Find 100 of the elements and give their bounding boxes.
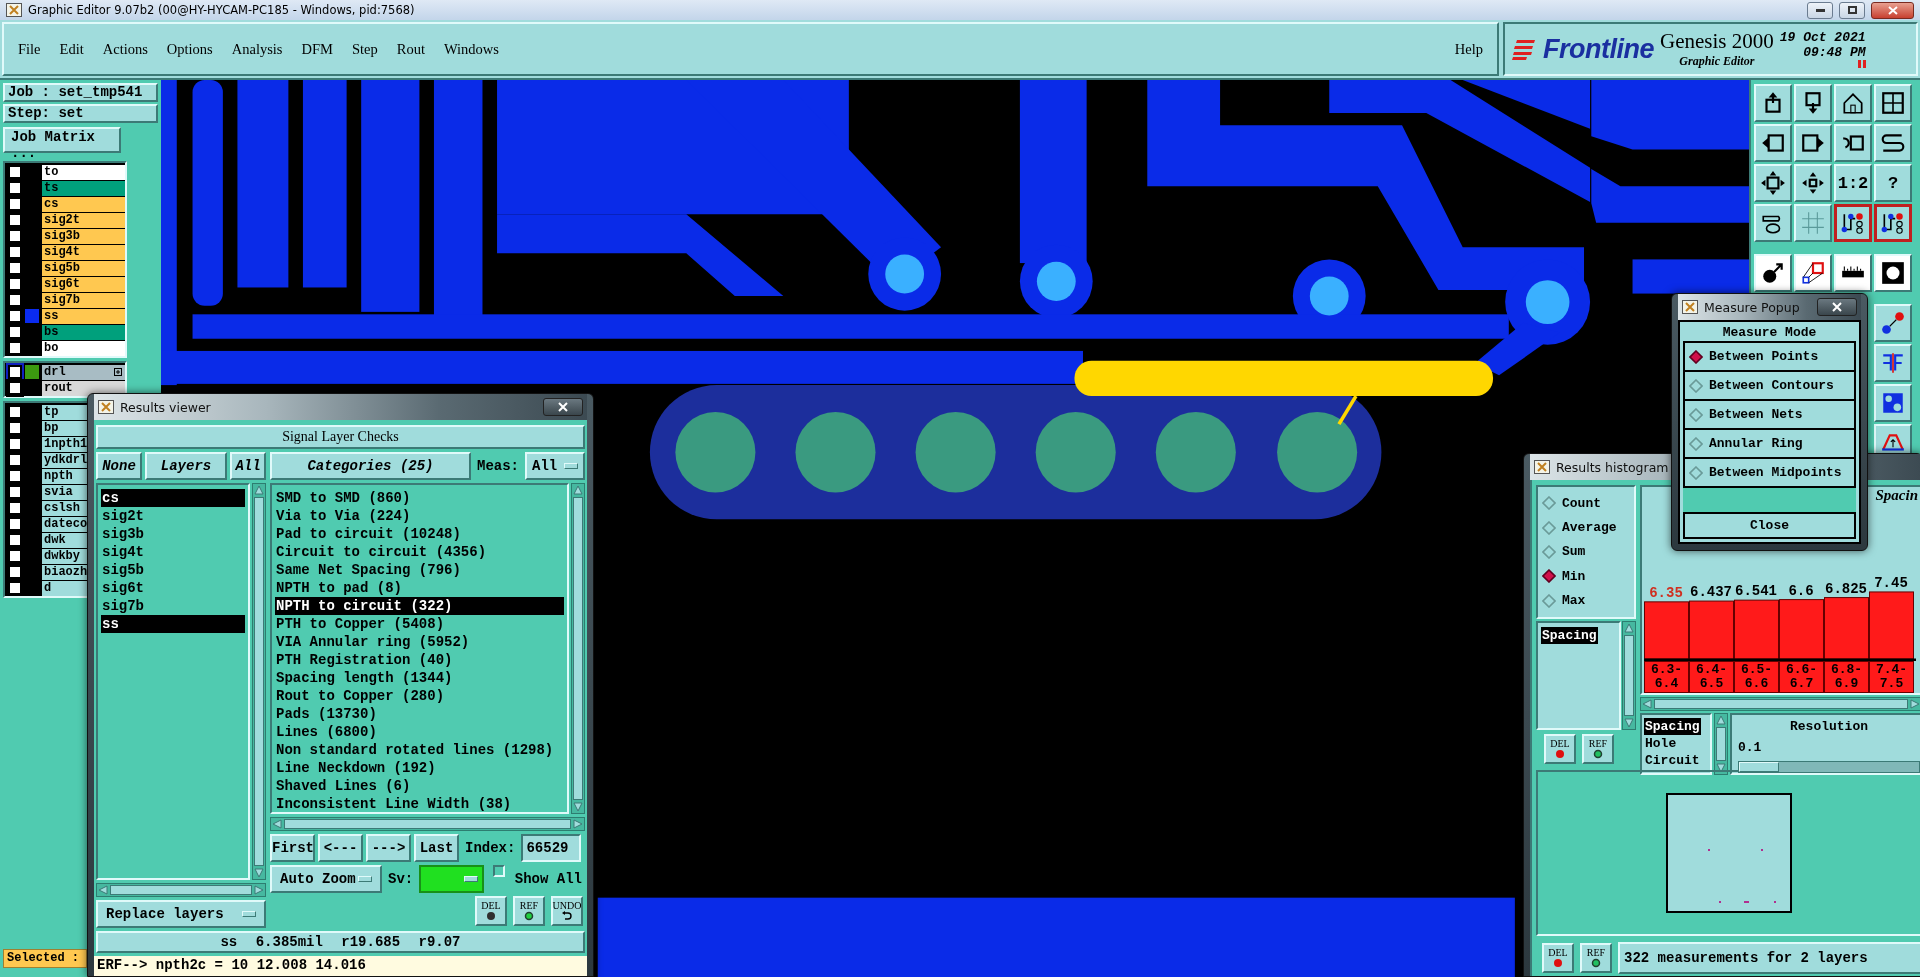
layer-item[interactable]: sig5b: [42, 260, 125, 276]
layer-item[interactable]: cs: [42, 196, 125, 212]
layer-checkbox[interactable]: [8, 181, 22, 195]
radio-diamond[interactable]: [1689, 407, 1703, 422]
category-item[interactable]: NPTH to pad (8): [275, 579, 564, 597]
layer-item[interactable]: bs: [42, 324, 125, 340]
layer-checkbox[interactable]: [8, 165, 22, 179]
category-item[interactable]: Non standard rotated lines (1298): [275, 741, 564, 759]
horizontal-scrollbar[interactable]: [270, 817, 585, 831]
menu-item[interactable]: DFM: [301, 40, 333, 58]
layer-checkbox[interactable]: [8, 261, 22, 275]
close-button[interactable]: [543, 398, 583, 416]
scroll-up-arrow-icon[interactable]: [1623, 622, 1635, 634]
category-item[interactable]: PTH Registration (40): [275, 651, 564, 669]
layer-checkbox[interactable]: [8, 501, 22, 515]
layer-list-item[interactable]: sig7b: [101, 597, 245, 615]
layers-button[interactable]: Layers: [145, 452, 227, 480]
layer-item[interactable]: drl: [42, 364, 125, 380]
layer-checkbox[interactable]: [8, 341, 22, 355]
close-button[interactable]: [1817, 298, 1857, 316]
category-item[interactable]: Spacing length (1344): [275, 669, 564, 687]
statistic-option[interactable]: Max: [1538, 589, 1634, 612]
resolution-slider[interactable]: [1738, 761, 1920, 773]
layer-checkbox[interactable]: [8, 245, 22, 259]
measure-mode-option[interactable]: Between Nets: [1683, 401, 1856, 430]
layer-item[interactable]: ss: [42, 308, 125, 324]
category-item[interactable]: Pad to circuit (10248): [275, 525, 564, 543]
vertical-scrollbar[interactable]: [1622, 621, 1636, 730]
auto-zoom-dropdown[interactable]: Auto Zoom: [270, 865, 382, 893]
layer-checkbox[interactable]: [8, 325, 22, 339]
layer-checkbox[interactable]: [8, 485, 22, 499]
category-item[interactable]: SMD to SMD (860): [275, 489, 564, 507]
category-item[interactable]: NPTH to circuit (322): [275, 597, 564, 615]
menu-item[interactable]: File: [18, 40, 41, 58]
help-menu[interactable]: Help: [1454, 40, 1483, 58]
layer-checkbox[interactable]: [8, 309, 22, 323]
layer-item[interactable]: sig7b: [42, 292, 125, 308]
vertical-scrollbar[interactable]: [571, 483, 585, 814]
scroll-up-arrow-icon[interactable]: [253, 484, 265, 496]
scroll-down-arrow-icon[interactable]: [572, 801, 584, 813]
layer-checkbox[interactable]: [8, 405, 22, 419]
toolbar-button[interactable]: ?: [1874, 164, 1912, 202]
statistic-option[interactable]: Sum: [1538, 540, 1634, 563]
radio-diamond[interactable]: [1542, 569, 1556, 584]
radio-diamond[interactable]: [1542, 544, 1556, 559]
layer-checkbox[interactable]: [8, 565, 22, 579]
menu-item[interactable]: Edit: [59, 40, 84, 58]
horizontal-scrollbar[interactable]: [1640, 697, 1920, 711]
layer-item[interactable]: ts: [42, 180, 125, 196]
minimize-button[interactable]: [1807, 1, 1833, 19]
layer-checkbox[interactable]: [8, 581, 22, 595]
toolbar-button[interactable]: 1:2: [1834, 164, 1872, 202]
layer-item[interactable]: rout: [42, 380, 125, 396]
delete-button[interactable]: DEL: [475, 896, 507, 926]
layer-item[interactable]: sig2t: [42, 212, 125, 228]
category-item[interactable]: Same Net Spacing (796): [275, 561, 564, 579]
scroll-left-arrow-icon[interactable]: [1641, 698, 1653, 710]
measure-mode-option[interactable]: Between Contours: [1683, 372, 1856, 401]
horizontal-scrollbar[interactable]: [96, 883, 266, 897]
layer-checkbox[interactable]: [8, 533, 22, 547]
scroll-up-arrow-icon[interactable]: [1715, 714, 1727, 726]
reference-button[interactable]: REF: [1580, 943, 1612, 973]
show-all-checkbox[interactable]: [492, 865, 505, 877]
type-list-item[interactable]: Spacing: [1644, 718, 1701, 735]
radio-diamond[interactable]: [1689, 465, 1703, 480]
navigation-button[interactable]: First: [270, 834, 315, 862]
scroll-left-arrow-icon[interactable]: [271, 818, 283, 830]
layer-checkbox[interactable]: [8, 213, 22, 227]
all-button[interactable]: All: [230, 452, 266, 480]
layer-checkbox[interactable]: [8, 453, 22, 467]
scroll-up-arrow-icon[interactable]: [572, 484, 584, 496]
measure-mode-option[interactable]: Annular Ring: [1683, 430, 1856, 459]
radio-diamond[interactable]: [1542, 593, 1556, 608]
menu-item[interactable]: Step: [351, 40, 378, 58]
scroll-right-arrow-icon[interactable]: [1909, 698, 1920, 710]
none-button[interactable]: None: [96, 452, 142, 480]
layer-item[interactable]: bo: [42, 340, 125, 356]
layer-checkbox[interactable]: [8, 293, 22, 307]
radio-diamond[interactable]: [1689, 349, 1703, 364]
scroll-right-arrow-icon[interactable]: [572, 818, 584, 830]
menu-item[interactable]: Windows: [443, 40, 499, 58]
statistic-option[interactable]: Min: [1538, 565, 1634, 588]
navigation-button[interactable]: <---: [318, 834, 363, 862]
close-button[interactable]: [1871, 1, 1914, 19]
close-button[interactable]: Close: [1683, 512, 1856, 539]
undo-button[interactable]: UNDO: [551, 896, 583, 926]
category-item[interactable]: Lines (6800): [275, 723, 564, 741]
maximize-button[interactable]: [1839, 1, 1865, 19]
severity-dropdown[interactable]: [419, 865, 484, 893]
toolbar-button[interactable]: [1834, 204, 1872, 242]
layer-checkbox[interactable]: [8, 277, 22, 291]
reference-button[interactable]: REF: [1582, 734, 1614, 764]
menu-item[interactable]: Analysis: [231, 40, 283, 58]
layer-checkbox[interactable]: [8, 421, 22, 435]
vertical-scrollbar[interactable]: [252, 483, 266, 880]
menu-item[interactable]: Actions: [102, 40, 148, 58]
delete-button[interactable]: DEL: [1542, 943, 1574, 973]
delete-button[interactable]: DEL: [1544, 734, 1576, 764]
layer-checkbox[interactable]: [8, 197, 22, 211]
category-item[interactable]: Shaved Lines (6): [275, 777, 564, 795]
